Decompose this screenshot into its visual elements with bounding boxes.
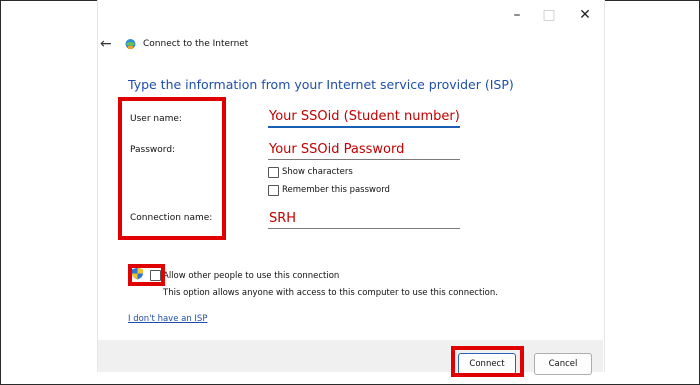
dialog-title: Connect to the Internet <box>143 39 249 49</box>
allow-others-checkbox[interactable] <box>150 270 161 281</box>
show-characters-checkbox[interactable] <box>268 167 279 178</box>
back-arrow-icon[interactable]: ← <box>100 36 112 52</box>
username-value: Your SSOid (Student number) <box>269 109 460 124</box>
password-value: Your SSOid Password <box>269 142 405 157</box>
username-field[interactable]: Your SSOid (Student number) <box>268 104 460 128</box>
connection-name-field[interactable]: SRH <box>268 206 460 229</box>
remember-password-checkbox[interactable] <box>268 185 279 196</box>
connection-name-value: SRH <box>269 211 297 226</box>
dialog-footer <box>98 340 603 372</box>
password-label: Password: <box>130 145 176 155</box>
allow-others-note: This option allows anyone with access to… <box>163 288 498 298</box>
connection-name-label: Connection name: <box>130 213 213 223</box>
password-field[interactable]: Your SSOid Password <box>268 137 460 160</box>
show-characters-label: Show characters <box>282 167 353 177</box>
close-button[interactable]: ✕ <box>573 7 597 25</box>
remember-password-label: Remember this password <box>282 185 390 195</box>
no-isp-link[interactable]: I don't have an ISP <box>128 314 207 324</box>
minimize-button[interactable]: – <box>505 7 529 25</box>
username-label: User name: <box>130 114 182 124</box>
form-heading: Type the information from your Internet … <box>128 77 514 92</box>
allow-others-label: Allow other people to use this connectio… <box>163 271 340 281</box>
network-globe-icon <box>125 39 136 49</box>
uac-shield-icon <box>132 267 143 280</box>
cancel-button[interactable]: Cancel <box>534 353 592 375</box>
connect-button[interactable]: Connect <box>458 353 516 375</box>
maximize-button[interactable]: □ <box>537 7 561 25</box>
